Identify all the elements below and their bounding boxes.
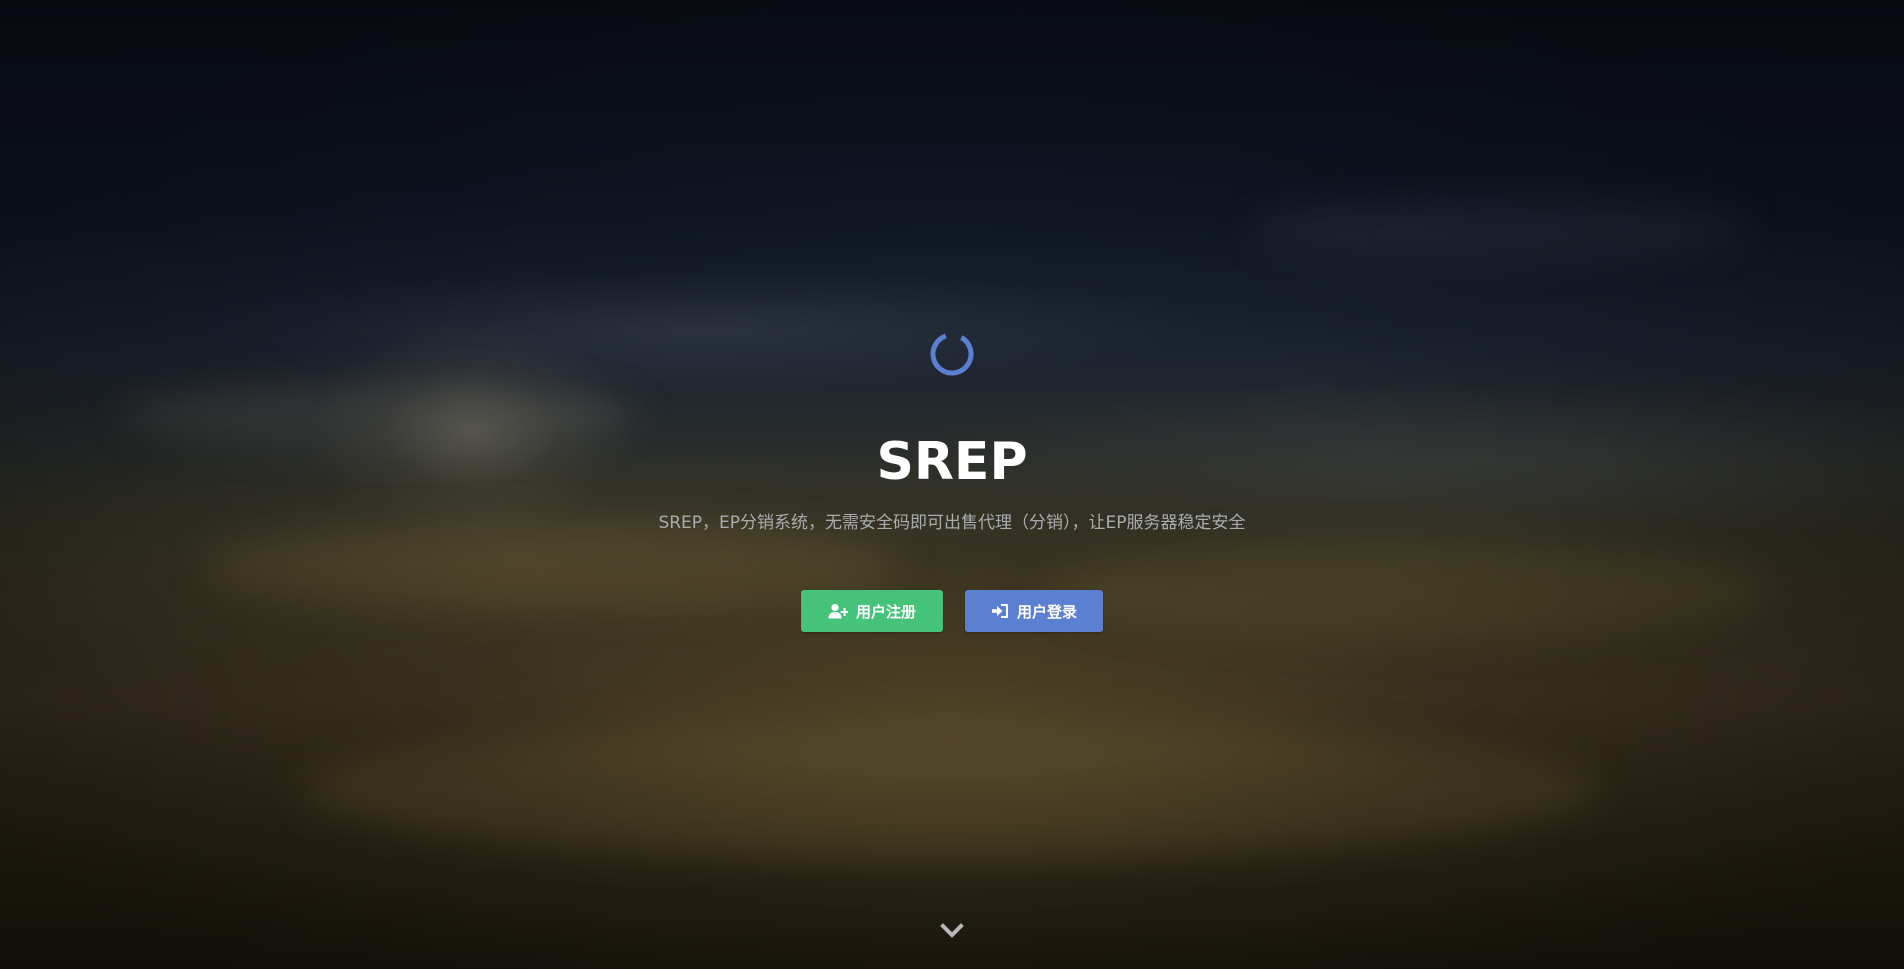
chevron-down-icon[interactable] — [940, 922, 964, 940]
cloud-decoration — [300, 720, 1600, 860]
spinner-icon — [930, 332, 974, 376]
page-subtitle: SREP，EP分销系统，无需安全码即可出售代理（分销），让EP服务器稳定安全 — [658, 513, 1246, 533]
register-button-label: 用户注册 — [855, 602, 916, 621]
cloud-decoration — [1250, 200, 1750, 260]
page-title: SREP — [876, 432, 1028, 492]
action-buttons: 用户注册 用户登录 — [0, 590, 1904, 632]
login-button-label: 用户登录 — [1016, 602, 1077, 621]
login-button[interactable]: 用户登录 — [965, 590, 1103, 632]
sign-in-icon — [991, 604, 1008, 618]
register-button[interactable]: 用户注册 — [801, 590, 943, 632]
user-plus-icon — [828, 603, 848, 619]
hero-section: SREP SREP，EP分销系统，无需安全码即可出售代理（分销），让EP服务器稳… — [0, 0, 1904, 969]
